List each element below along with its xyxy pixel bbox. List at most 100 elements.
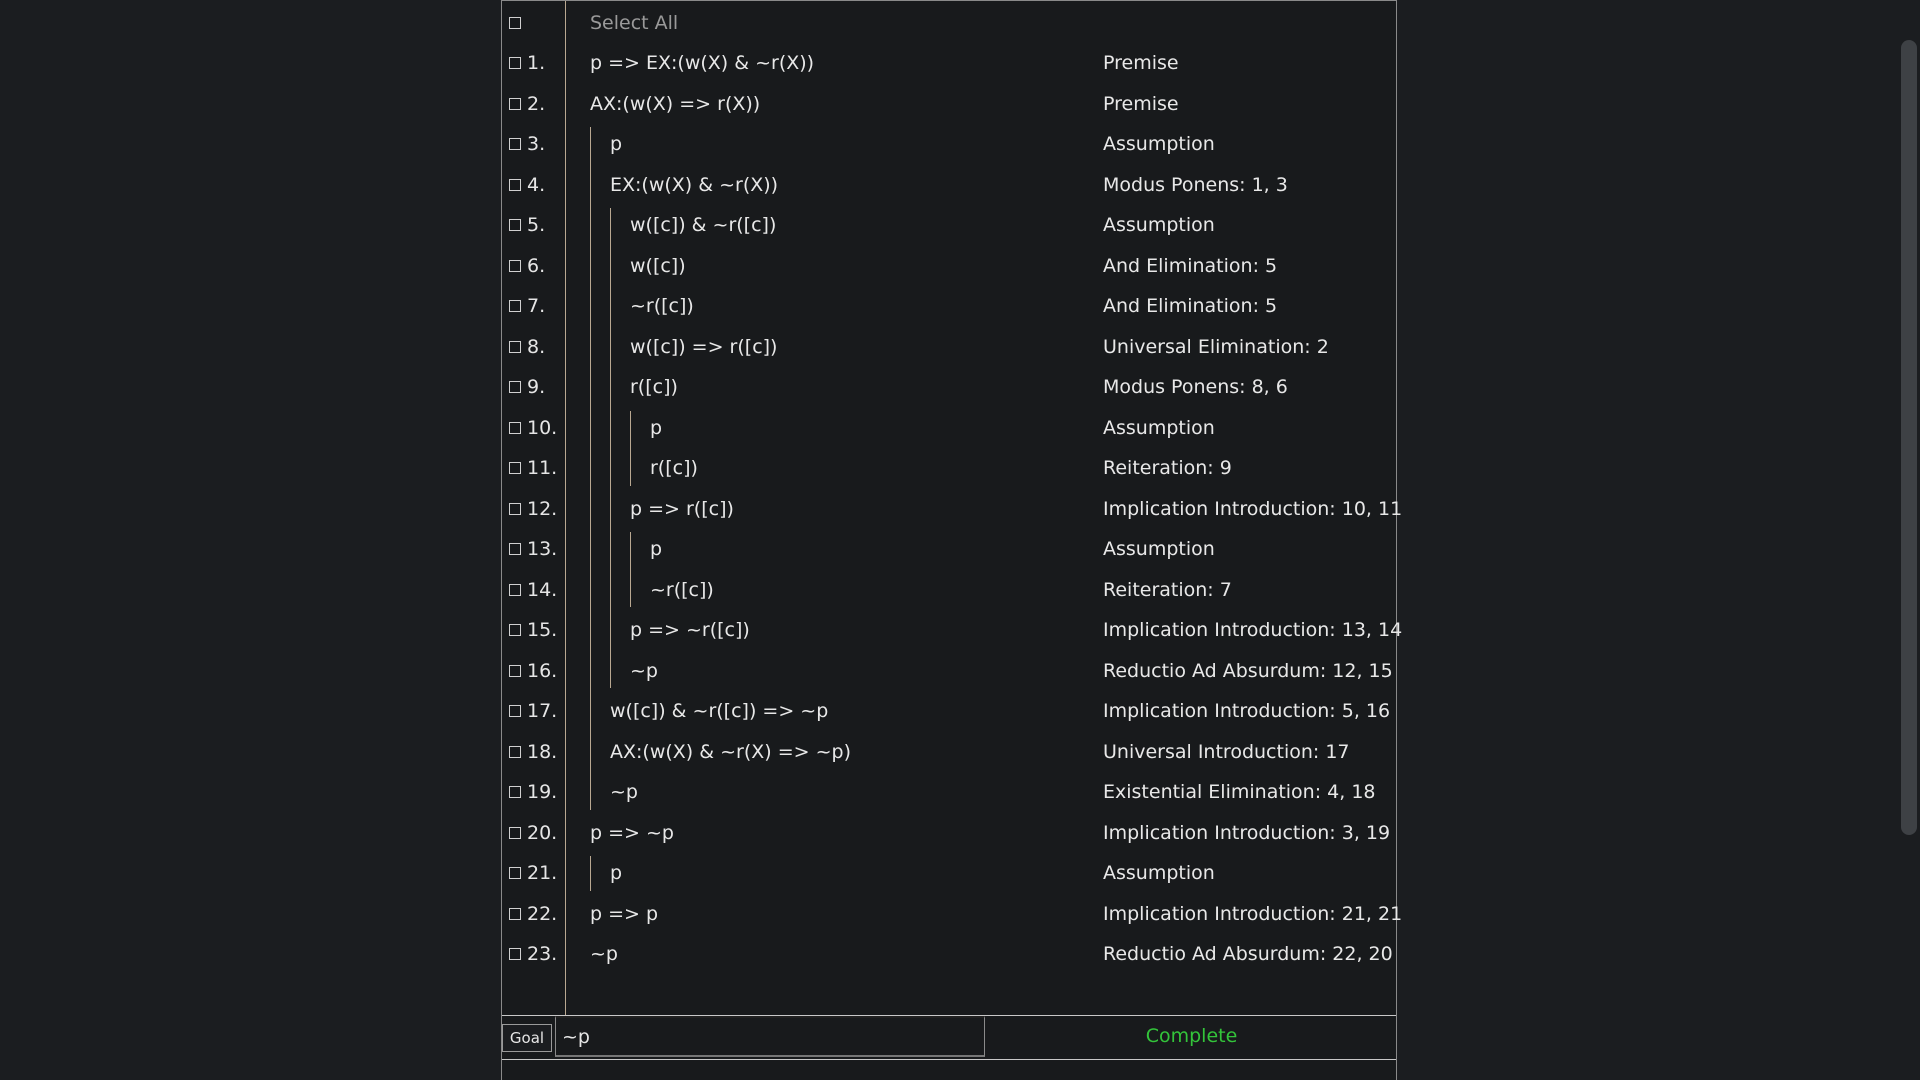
- line-checkbox[interactable]: [509, 867, 521, 879]
- line-formula[interactable]: ~p: [590, 943, 618, 965]
- line-formula[interactable]: ~p: [630, 660, 658, 682]
- line-number: 19.: [527, 781, 558, 803]
- line-number: 6.: [527, 254, 546, 277]
- line-formula[interactable]: p => ~r([c]): [630, 619, 750, 641]
- line-justification: Implication Introduction: 3, 19: [1103, 821, 1391, 844]
- line-justification: Universal Elimination: 2: [1103, 335, 1329, 358]
- line-formula[interactable]: p: [650, 538, 662, 560]
- proof-line: 14. ~r([c]) Reiteration: 7: [502, 570, 1396, 610]
- line-formula[interactable]: p => r([c]): [630, 498, 734, 520]
- line-justification: Reductio Ad Absurdum: 22, 20: [1103, 943, 1393, 965]
- line-number: 5.: [527, 214, 546, 236]
- line-justification: Implication Introduction: 10, 11: [1103, 497, 1403, 520]
- line-checkbox[interactable]: [509, 219, 521, 231]
- line-justification: Assumption: [1103, 862, 1215, 884]
- line-checkbox[interactable]: [509, 826, 521, 839]
- proof-line: 11. r([c]) Reiteration: 9: [502, 448, 1396, 488]
- proof-status: Complete: [1145, 1025, 1238, 1047]
- goal-input[interactable]: [555, 1016, 985, 1057]
- line-justification: Existential Elimination: 4, 18: [1103, 781, 1376, 803]
- line-justification: Assumption: [1103, 214, 1215, 236]
- line-justification: Reiteration: 9: [1103, 457, 1232, 479]
- line-number: 15.: [527, 619, 558, 641]
- line-formula[interactable]: AX:(w(X) => r(X)): [590, 93, 760, 115]
- line-justification: Modus Ponens: 1, 3: [1103, 173, 1288, 196]
- proof-line: 6. w([c]) And Elimination: 5: [502, 246, 1396, 286]
- subproof-scope-bar: [630, 532, 631, 607]
- proof-line: 3. p Assumption: [502, 124, 1396, 164]
- line-checkbox[interactable]: [509, 745, 521, 758]
- line-checkbox[interactable]: [509, 786, 521, 798]
- line-formula[interactable]: r([c]): [630, 376, 678, 398]
- line-formula[interactable]: ~p: [610, 781, 638, 803]
- line-checkbox[interactable]: [509, 664, 521, 677]
- proof-line: 13. p Assumption: [502, 529, 1396, 569]
- line-checkbox[interactable]: [509, 583, 521, 596]
- line-number: 17.: [527, 700, 558, 722]
- line-formula[interactable]: w([c]) => r([c]): [630, 336, 777, 358]
- line-checkbox[interactable]: [509, 624, 521, 636]
- line-checkbox[interactable]: [509, 948, 521, 960]
- line-justification: And Elimination: 5: [1103, 295, 1278, 317]
- line-checkbox[interactable]: [509, 421, 521, 434]
- select-all-label: Select All: [590, 12, 679, 34]
- proof-line: 2. AX:(w(X) => r(X)) Premise: [502, 84, 1396, 124]
- line-number: 22.: [527, 902, 558, 925]
- line-justification: Implication Introduction: 5, 16: [1103, 700, 1391, 722]
- subproof-scope-bar: [630, 410, 631, 486]
- line-checkbox[interactable]: [509, 300, 521, 312]
- line-checkbox[interactable]: [509, 381, 521, 393]
- line-formula[interactable]: AX:(w(X) & ~r(X) => ~p): [610, 741, 851, 763]
- line-checkbox[interactable]: [509, 543, 521, 555]
- subproof-scope-bar: [610, 208, 611, 688]
- line-checkbox[interactable]: [509, 705, 521, 717]
- line-number: 21.: [527, 862, 558, 884]
- line-number: 11.: [527, 457, 558, 479]
- scrollbar-thumb[interactable]: [1901, 40, 1917, 835]
- select-all-checkbox[interactable]: [509, 17, 521, 29]
- proof-line: 8. w([c]) => r([c]) Universal Elimination:…: [502, 327, 1396, 367]
- line-number: 20.: [527, 821, 558, 844]
- line-formula[interactable]: p: [610, 862, 622, 884]
- goal-button[interactable]: Goal: [502, 1024, 552, 1052]
- line-justification: And Elimination: 5: [1103, 254, 1278, 277]
- line-formula[interactable]: p => ~p: [590, 822, 674, 844]
- line-number: 14.: [527, 578, 558, 601]
- line-formula[interactable]: p: [650, 417, 662, 439]
- line-number: 13.: [527, 538, 558, 560]
- line-checkbox[interactable]: [509, 97, 521, 110]
- line-checkbox[interactable]: [509, 138, 521, 150]
- line-checkbox[interactable]: [509, 57, 521, 69]
- line-checkbox[interactable]: [509, 340, 521, 353]
- subproof-scope-bar: [590, 856, 591, 891]
- line-formula[interactable]: p => EX:(w(X) & ~r(X)): [590, 52, 814, 74]
- proof-line: 12. p => r([c]) Implication Introduction: …: [502, 489, 1402, 529]
- line-formula[interactable]: EX:(w(X) & ~r(X)): [610, 174, 778, 196]
- proof-line: 18. AX:(w(X) & ~r(X) => ~p) Universal Intr…: [502, 732, 1396, 772]
- proof-line: 7. ~r([c]) And Elimination: 5: [502, 286, 1396, 326]
- line-checkbox[interactable]: [509, 462, 521, 474]
- proof-line: 9. r([c]) Modus Ponens: 8, 6: [502, 367, 1396, 407]
- line-checkbox[interactable]: [509, 259, 521, 272]
- line-checkbox[interactable]: [509, 907, 521, 920]
- line-formula[interactable]: w([c]) & ~r([c]): [630, 214, 776, 236]
- line-justification: Reiteration: 7: [1103, 578, 1232, 601]
- line-formula[interactable]: r([c]): [650, 457, 698, 479]
- line-number: 3.: [527, 133, 546, 155]
- line-formula[interactable]: w([c]) & ~r([c]) => ~p: [610, 700, 828, 722]
- line-justification: Premise: [1103, 92, 1179, 115]
- line-formula[interactable]: ~r([c]): [630, 295, 694, 317]
- line-formula[interactable]: ~r([c]): [650, 579, 714, 601]
- line-checkbox[interactable]: [509, 178, 521, 191]
- line-formula[interactable]: p => p: [590, 903, 658, 925]
- line-justification: Reductio Ad Absurdum: 12, 15: [1103, 659, 1393, 682]
- line-number: 18.: [527, 740, 558, 763]
- line-formula[interactable]: w([c]): [630, 255, 686, 277]
- proof-line: 20. p => ~p Implication Introduction: 3, 1…: [502, 813, 1396, 853]
- goal-bar: Goal Complete: [502, 1015, 1396, 1060]
- proof-line: 19. ~p Existential Elimination: 4, 18: [502, 772, 1396, 812]
- line-formula[interactable]: p: [610, 133, 622, 155]
- line-checkbox[interactable]: [509, 502, 521, 515]
- line-justification: Assumption: [1103, 133, 1215, 155]
- proof-line: 16. ~p Reductio Ad Absurdum: 12, 15: [502, 651, 1396, 691]
